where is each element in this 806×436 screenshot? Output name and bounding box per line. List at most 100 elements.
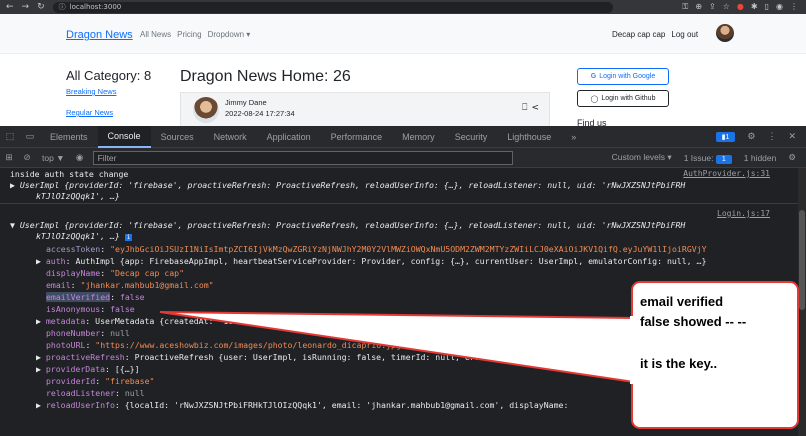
console-settings-icon[interactable]: ⚙ — [788, 152, 796, 163]
info-icon[interactable]: ⓘ — [59, 2, 66, 12]
address-bar[interactable]: ⓘ localhost:3000 — [52, 1, 613, 13]
category-regular-news[interactable]: Regular News — [66, 108, 113, 117]
log-object-continued: kTJlOIzQQqk1', …} — [36, 191, 120, 201]
tab-console[interactable]: Console — [97, 125, 151, 148]
console-scroll-thumb[interactable] — [799, 210, 805, 310]
filter-right: Custom levels ▾ 1 Issue: 1 1 hidden ⚙ — [612, 152, 806, 164]
eye-icon[interactable]: ◉ — [71, 152, 89, 163]
prop-auth[interactable]: ▶ auth: AuthImpl {app: FirebaseAppImpl, … — [36, 256, 706, 266]
logout-button[interactable]: Log out — [671, 30, 698, 39]
category-breaking-news[interactable]: Breaking News — [66, 87, 116, 96]
hidden-count: 1 hidden — [743, 152, 777, 163]
sidebar-icon[interactable]: ▯ — [765, 2, 769, 12]
prop-reloadListener: reloadListener: null — [46, 388, 145, 398]
info-icon[interactable]: i — [124, 234, 133, 241]
callout-spacer — [640, 332, 790, 354]
tab-security[interactable]: Security — [445, 126, 498, 148]
site-navbar: Dragon News All News Pricing Dropdown ▾ … — [0, 14, 806, 54]
callout-text: email verified false showed -- -- it is … — [640, 292, 790, 374]
category-title: All Category: 8 — [66, 68, 152, 83]
key-icon[interactable]: ⚿ — [682, 2, 688, 12]
close-devtools-icon[interactable]: ✕ — [788, 131, 796, 142]
prop-emailVerified: emailVerified: false — [46, 292, 145, 302]
tab-application[interactable]: Application — [257, 126, 321, 148]
tab-elements[interactable]: Elements — [40, 126, 98, 148]
nav-all-news[interactable]: All News — [140, 30, 171, 39]
nav-user: Decap cap cap Log out — [612, 30, 698, 39]
extension-icon[interactable]: ● — [737, 2, 744, 12]
log-line: inside auth state change — [10, 169, 129, 179]
browser-extensions: ⚿ ⊕ ⇪ ☆ ● ✱ ▯ ◉ ⋮ — [682, 2, 806, 12]
profile-icon[interactable]: ◉ — [776, 2, 783, 12]
issues-badge[interactable]: ▮1 — [715, 131, 736, 142]
browser-toolbar: ← → ↻ ⓘ localhost:3000 ⚿ ⊕ ⇪ ☆ ● ✱ ▯ ◉ ⋮ — [0, 0, 806, 14]
prop-providerData[interactable]: ▶ providerData: [{…}] — [36, 364, 140, 374]
prop-providerId: providerId: "firebase" — [46, 376, 155, 386]
login-github-button[interactable]: ◯ Login with Github — [577, 90, 669, 107]
share-icon[interactable]: < — [531, 103, 539, 113]
filter-input[interactable]: Filter — [92, 150, 513, 165]
zoom-icon[interactable]: ⊕ — [695, 2, 702, 12]
prop-metadata[interactable]: ▶ metadata: UserMetadata {createdAt: '16… — [36, 316, 263, 326]
issues-link[interactable]: 1 Issue: 1 — [684, 153, 732, 164]
login-github-label: Login with Github — [601, 95, 656, 102]
devtools-right-controls: ▮1 ⚙ ⋮ ✕ — [715, 131, 806, 142]
log-object-continued: kTJlOIzQQqk1', …} i — [36, 231, 133, 241]
reload-icon[interactable]: ↻ — [37, 2, 45, 12]
callout-line-1: email verified — [640, 294, 724, 309]
prop-displayName: displayName: "Decap cap cap" — [46, 268, 185, 278]
nav-links: All News Pricing Dropdown ▾ — [140, 30, 250, 39]
tab-network[interactable]: Network — [204, 126, 257, 148]
share-icon[interactable]: ⇪ — [709, 2, 716, 12]
menu-icon[interactable]: ⋮ — [790, 2, 798, 12]
sidebar-toggle-icon[interactable]: ⊞ — [0, 152, 18, 163]
bookmark-icon[interactable]: ⎕ — [522, 103, 527, 113]
source-link[interactable]: AuthProvider.js:31 — [683, 169, 770, 178]
prop-proactiveRefresh[interactable]: ▶ proactiveRefresh: ProactiveRefresh {us… — [36, 352, 514, 362]
clear-console-icon[interactable]: ⊘ — [18, 152, 36, 163]
brand-link[interactable]: Dragon News — [66, 29, 133, 41]
prop-photoURL: photoURL: "https://www.aceshowbiz.com/im… — [46, 340, 406, 350]
inspect-icon[interactable]: ⬚ — [0, 131, 20, 142]
puzzle-icon[interactable]: ✱ — [751, 2, 758, 12]
browser-nav: ← → ↻ — [0, 2, 45, 12]
avatar[interactable] — [716, 24, 734, 42]
prop-phoneNumber: phoneNumber: null — [46, 328, 130, 338]
callout-line-2: false showed -- -- — [640, 314, 747, 329]
author-avatar — [193, 97, 219, 123]
back-icon[interactable]: ← — [6, 2, 14, 12]
device-toolbar-icon[interactable]: ▭ — [20, 131, 40, 142]
author-name: Jimmy Dane — [225, 98, 267, 107]
nav-pricing[interactable]: Pricing — [177, 30, 201, 39]
context-select[interactable]: top ▼ — [36, 153, 71, 163]
nav-dropdown[interactable]: Dropdown ▾ — [208, 30, 251, 39]
log-levels-select[interactable]: Custom levels ▾ — [612, 152, 672, 163]
bookmark-star-icon[interactable]: ☆ — [723, 2, 730, 12]
forward-icon[interactable]: → — [22, 2, 30, 12]
tab-performance[interactable]: Performance — [321, 126, 393, 148]
github-icon: ◯ — [590, 95, 599, 103]
page-title: Dragon News Home: 26 — [180, 68, 351, 85]
settings-gear-icon[interactable]: ⚙ — [747, 131, 755, 142]
login-google-button[interactable]: G Login with Google — [577, 68, 669, 85]
log-object-collapsed[interactable]: ▶ UserImpl {providerId: 'firebase', proa… — [10, 180, 685, 190]
prop-isAnonymous: isAnonymous: false — [46, 304, 135, 314]
console-toolbar: ⊞ ⊘ top ▼ ◉ Filter Custom levels ▾ 1 Iss… — [0, 148, 806, 168]
news-card: Jimmy Dane 2022-08-24 17:27:34 ⎕ < — [180, 92, 550, 126]
prop-email: email: "jhankar.mahbub1@gmail.com" — [46, 280, 214, 290]
prop-reloadUserInfo[interactable]: ▶ reloadUserInfo: {localId: 'rNwJXZSNJtP… — [36, 400, 568, 410]
web-page: Dragon News All News Pricing Dropdown ▾ … — [0, 14, 806, 128]
devtools-tabbar: ⬚ ▭ Elements Console Sources Network App… — [0, 125, 806, 148]
divider — [0, 203, 806, 204]
tab-sources[interactable]: Sources — [151, 126, 204, 148]
more-tabs-button[interactable]: » — [561, 126, 586, 148]
tab-memory[interactable]: Memory — [392, 126, 445, 148]
login-google-label: Login with Google — [599, 73, 656, 80]
user-name: Decap cap cap — [612, 30, 666, 39]
tab-lighthouse[interactable]: Lighthouse — [497, 126, 561, 148]
source-link[interactable]: Login.js:17 — [717, 209, 770, 218]
kebab-menu-icon[interactable]: ⋮ — [767, 131, 776, 142]
url-text: localhost:3000 — [69, 3, 122, 11]
callout-line-3: it is the key.. — [640, 356, 718, 371]
log-object-expanded[interactable]: ▼ UserImpl {providerId: 'firebase', proa… — [10, 220, 685, 230]
